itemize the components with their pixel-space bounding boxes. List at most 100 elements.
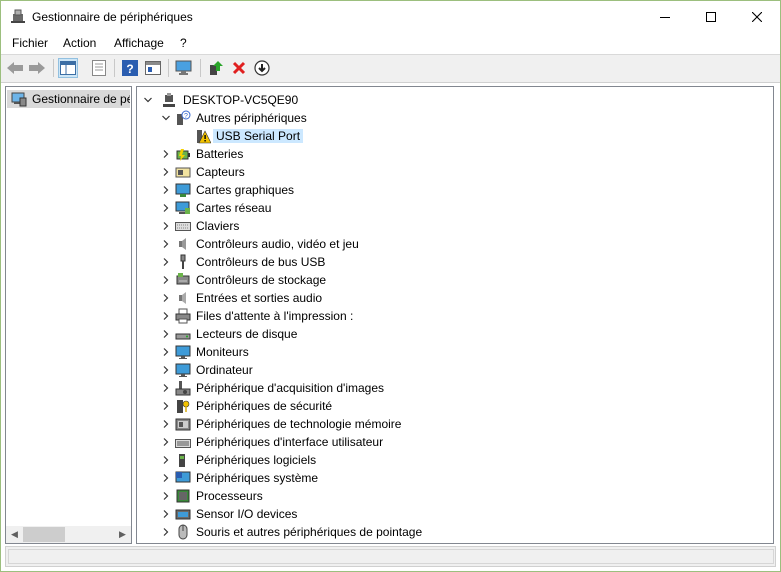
- chevron-right-icon[interactable]: [161, 257, 171, 267]
- uninstall-button[interactable]: [229, 58, 249, 78]
- close-button[interactable]: [734, 1, 780, 32]
- tree-category-ordinateur[interactable]: Ordinateur: [161, 361, 581, 379]
- network-adapter-icon: [175, 200, 191, 216]
- device-manager-window: Gestionnaire de périphériques Fichier Ac…: [0, 0, 781, 572]
- tree-category-lecteurs-de-disque[interactable]: Lecteurs de disque: [161, 325, 581, 343]
- tree-category-peripheriques-systeme[interactable]: Périphériques système: [161, 469, 581, 487]
- view-button[interactable]: [143, 58, 163, 78]
- chevron-right-icon[interactable]: [161, 167, 171, 177]
- scroll-right-icon[interactable]: ▶: [114, 526, 131, 543]
- menu-fichier[interactable]: Fichier: [12, 35, 48, 51]
- chevron-right-icon[interactable]: [161, 437, 171, 447]
- horizontal-scrollbar[interactable]: ◀ ▶: [6, 526, 131, 543]
- chevron-right-icon[interactable]: [161, 311, 171, 321]
- chevron-right-icon[interactable]: [161, 383, 171, 393]
- category-label: Moniteurs: [196, 345, 249, 359]
- category-label: Autres périphériques: [196, 111, 307, 125]
- chevron-right-icon[interactable]: [161, 185, 171, 195]
- tree-category-moniteurs[interactable]: Moniteurs: [161, 343, 581, 361]
- minimize-button[interactable]: [642, 1, 688, 32]
- tree-category-processeurs[interactable]: Processeurs: [161, 487, 581, 505]
- chevron-right-icon[interactable]: [161, 491, 171, 501]
- tree-category-capteurs[interactable]: Capteurs: [161, 163, 581, 181]
- scrollbar-thumb[interactable]: [23, 527, 65, 542]
- console-tree-item-device-manager[interactable]: Gestionnaire de pé: [7, 90, 130, 108]
- chevron-right-icon[interactable]: [161, 365, 171, 375]
- chevron-right-icon[interactable]: [161, 275, 171, 285]
- category-label: Périphériques de technologie mémoire: [196, 417, 402, 431]
- category-label: Contrôleurs de stockage: [196, 273, 327, 287]
- tree-category-files-d-attente-a-l-impression[interactable]: Files d'attente à l'impression :: [161, 307, 581, 325]
- help-button[interactable]: ?: [120, 58, 140, 78]
- chevron-right-icon[interactable]: [161, 527, 171, 537]
- disk-drive-icon: [175, 326, 191, 342]
- warning-device-icon: [195, 128, 212, 144]
- tree-category-peripheriques-de-technologie-memoire[interactable]: Périphériques de technologie mémoire: [161, 415, 581, 433]
- tree-category-souris-et-autres-peripheriques-de-pointage[interactable]: Souris et autres périphériques de pointa…: [161, 523, 581, 541]
- tree-category-peripheriques-de-securite[interactable]: Périphériques de sécurité: [161, 397, 581, 415]
- category-label: Files d'attente à l'impression :: [196, 309, 354, 323]
- menu-affichage[interactable]: Affichage: [114, 35, 164, 51]
- device-tree-pane: DESKTOP-VC5QE90 ? Autres périphériques U…: [136, 86, 774, 544]
- tree-category-peripherique-d-acquisition-d-images[interactable]: Périphérique d'acquisition d'images: [161, 379, 581, 397]
- close-icon: [752, 11, 762, 22]
- tree-device-usb-serial-port[interactable]: USB Serial Port: [181, 127, 481, 145]
- chevron-right-icon[interactable]: [161, 419, 171, 429]
- chevron-right-icon[interactable]: [161, 509, 171, 519]
- device-manager-app-icon: [10, 8, 26, 24]
- window-title: Gestionnaire de périphériques: [32, 10, 193, 24]
- title-bar[interactable]: Gestionnaire de périphériques: [1, 1, 780, 32]
- tree-category-controleurs-de-stockage[interactable]: Contrôleurs de stockage: [161, 271, 581, 289]
- mouse-icon: [175, 524, 191, 540]
- chevron-right-icon[interactable]: [161, 473, 171, 483]
- chevron-right-icon[interactable]: [161, 221, 171, 231]
- back-button[interactable]: [5, 58, 25, 78]
- chevron-right-icon[interactable]: [161, 401, 171, 411]
- tree-category-cartes-reseau[interactable]: Cartes réseau: [161, 199, 581, 217]
- category-label: Capteurs: [196, 165, 245, 179]
- chevron-right-icon[interactable]: [161, 239, 171, 249]
- chevron-right-icon[interactable]: [161, 455, 171, 465]
- tree-category-peripheriques-logiciels[interactable]: Périphériques logiciels: [161, 451, 581, 469]
- chevron-right-icon[interactable]: [161, 293, 171, 303]
- category-label: Cartes réseau: [196, 201, 272, 215]
- toolbar: ?: [1, 54, 780, 83]
- tree-category-sensor-i-o-devices[interactable]: Sensor I/O devices: [161, 505, 581, 523]
- properties-sheet-button[interactable]: [89, 58, 109, 78]
- chevron-right-icon[interactable]: [161, 347, 171, 357]
- tree-category-controleurs-de-bus-usb[interactable]: Contrôleurs de bus USB: [161, 253, 581, 271]
- forward-button[interactable]: [27, 58, 47, 78]
- chevron-right-icon[interactable]: [161, 329, 171, 339]
- disable-device-button[interactable]: [252, 58, 272, 78]
- category-label: Contrôleurs de bus USB: [196, 255, 326, 269]
- tree-category-autres-peripheriques[interactable]: ? Autres périphériques: [161, 109, 461, 127]
- category-label: Périphériques système: [196, 471, 319, 485]
- system-device-icon: [175, 470, 191, 486]
- chevron-right-icon[interactable]: [161, 149, 171, 159]
- uninstall-icon: [232, 61, 246, 75]
- tree-category-peripheriques-d-interface-utilisateur[interactable]: Périphériques d'interface utilisateur: [161, 433, 581, 451]
- tree-category-batteries[interactable]: Batteries: [161, 145, 581, 163]
- maximize-button[interactable]: [688, 1, 734, 32]
- computer-manager-icon: [11, 91, 27, 108]
- chevron-down-icon[interactable]: [143, 95, 153, 105]
- console-tree-item-label: Gestionnaire de pé: [32, 92, 130, 106]
- menu-help[interactable]: ?: [180, 35, 187, 51]
- category-label: Claviers: [196, 219, 240, 233]
- scroll-left-icon[interactable]: ◀: [6, 526, 23, 543]
- sensor-icon: [175, 164, 191, 180]
- show-hide-console-tree-button[interactable]: [58, 58, 78, 78]
- scan-hardware-button[interactable]: [174, 58, 194, 78]
- tree-category-cartes-graphiques[interactable]: Cartes graphiques: [161, 181, 581, 199]
- menu-action[interactable]: Action: [63, 35, 96, 51]
- tree-category-entrees-et-sorties-audio[interactable]: Entrées et sorties audio: [161, 289, 581, 307]
- tree-root[interactable]: DESKTOP-VC5QE90: [143, 91, 443, 109]
- tree-category-controleurs-audio-video-et-jeu[interactable]: Contrôleurs audio, vidéo et jeu: [161, 235, 581, 253]
- update-driver-button[interactable]: [206, 58, 226, 78]
- tree-category-claviers[interactable]: Claviers: [161, 217, 581, 235]
- usb-icon: [175, 254, 191, 270]
- computer-icon: [161, 92, 177, 108]
- chevron-down-icon[interactable]: [161, 113, 171, 123]
- chevron-right-icon[interactable]: [161, 203, 171, 213]
- printer-icon: [175, 308, 191, 324]
